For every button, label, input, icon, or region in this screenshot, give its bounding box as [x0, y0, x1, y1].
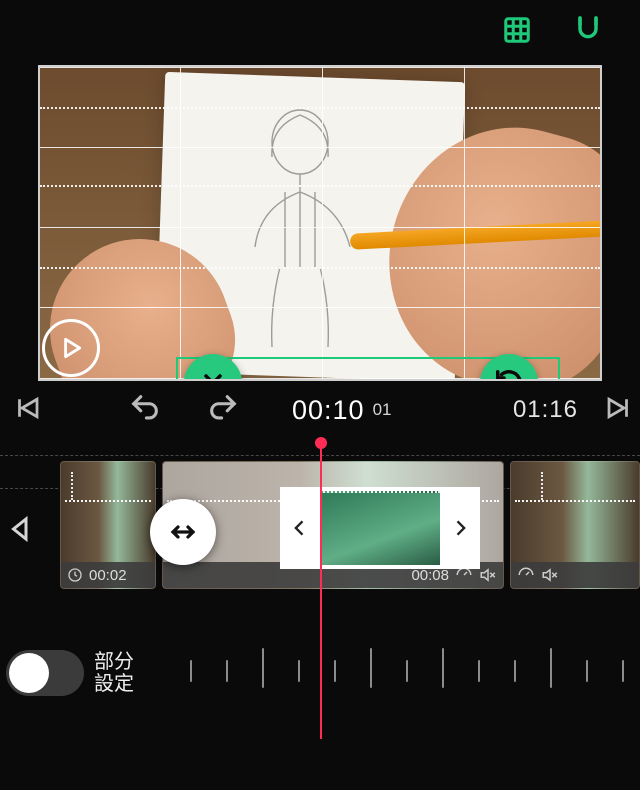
total-time: 01:16 [513, 396, 578, 424]
go-end-button[interactable] [604, 393, 634, 428]
tick-mark [586, 660, 588, 682]
partial-settings-label: 部分設定 [94, 651, 134, 695]
clip-duration: 00:08 [411, 567, 449, 584]
current-time: 00:10 [292, 395, 365, 426]
grid-icon[interactable] [502, 15, 532, 50]
timeline-clip[interactable]: 00:02 [60, 461, 156, 589]
tick-mark [298, 660, 300, 682]
tick-mark [370, 648, 372, 688]
tick-mark [550, 648, 552, 688]
transport-bar: 00:10 01 01:16 [0, 381, 640, 439]
timeline[interactable]: 00:02 00:08 [0, 439, 640, 604]
trim-left-handle[interactable] [280, 487, 320, 569]
tick-mark [514, 660, 516, 682]
video-preview[interactable]: Thank you💕 [38, 65, 602, 381]
tick-mark [406, 660, 408, 682]
tick-mark [190, 660, 192, 682]
mute-icon [479, 566, 497, 584]
speed-ticks[interactable] [190, 642, 640, 694]
move-handle[interactable] [150, 499, 216, 565]
tick-mark [262, 648, 264, 688]
tick-mark [478, 660, 480, 682]
tick-mark [442, 648, 444, 688]
selection-content [320, 491, 440, 565]
partial-settings-toggle[interactable] [6, 650, 84, 696]
preview-play-button[interactable] [42, 319, 100, 377]
speed-icon [517, 566, 535, 584]
mute-icon [541, 566, 559, 584]
undo-button[interactable] [128, 391, 162, 430]
clip-duration: 00:02 [89, 567, 127, 584]
trim-right-handle[interactable] [440, 487, 480, 569]
playhead[interactable] [320, 439, 322, 739]
selection-frame[interactable] [280, 487, 480, 569]
tick-mark [334, 660, 336, 682]
redo-button[interactable] [206, 391, 240, 430]
current-frame: 01 [373, 400, 392, 420]
tick-mark [622, 660, 624, 682]
tick-mark [226, 660, 228, 682]
timeline-clip[interactable] [510, 461, 640, 589]
snap-icon[interactable] [572, 14, 604, 51]
go-start-button[interactable] [12, 393, 42, 428]
